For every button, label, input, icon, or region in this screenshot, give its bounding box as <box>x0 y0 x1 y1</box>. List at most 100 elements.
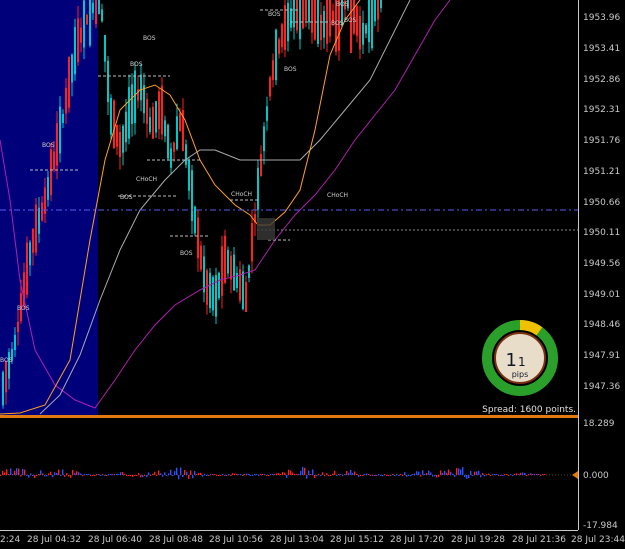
price-tick: 1950.66 <box>583 198 620 208</box>
histogram-bar <box>62 469 64 475</box>
histogram-bar <box>486 474 488 475</box>
candle <box>68 56 70 113</box>
histogram-bar <box>444 471 446 475</box>
histogram-bar <box>140 475 142 478</box>
histogram-bar <box>458 468 460 475</box>
candle <box>305 0 307 28</box>
histogram-bar <box>422 470 424 475</box>
histogram-bar <box>44 475 46 477</box>
histogram-bar <box>416 471 418 475</box>
histogram-bar <box>238 474 240 475</box>
candle <box>326 0 328 53</box>
histogram-bar <box>498 475 500 476</box>
histogram-bar <box>192 475 194 479</box>
histogram-bar <box>74 472 76 475</box>
candle <box>224 229 226 284</box>
price-axis[interactable]: 1953.96 1953.41 1952.86 1952.31 1951.76 … <box>572 13 620 531</box>
histogram-bar <box>374 475 376 476</box>
histogram-bar <box>324 475 326 477</box>
candle <box>371 0 373 51</box>
candle <box>251 209 253 274</box>
histogram-bar <box>220 475 222 476</box>
histogram-bar <box>102 474 104 475</box>
histogram-bar <box>206 475 208 476</box>
candle <box>284 0 286 58</box>
order-block <box>257 218 275 240</box>
candle <box>149 107 151 135</box>
histogram-bar <box>84 474 86 475</box>
indicator-histogram <box>0 466 546 480</box>
structure-label: BOS <box>336 1 349 8</box>
histogram-bar <box>450 471 452 475</box>
histogram-bar <box>182 475 184 478</box>
histogram-bar <box>170 469 172 475</box>
candle <box>89 0 91 48</box>
histogram-bar <box>522 472 524 475</box>
histogram-bar <box>212 474 214 475</box>
histogram-bar <box>2 470 4 475</box>
structure-label: CHoCH <box>231 191 252 198</box>
histogram-bar <box>534 473 536 475</box>
gauge-level-arc <box>519 320 543 336</box>
candle <box>194 205 196 237</box>
candle <box>206 268 208 315</box>
histogram-bar <box>278 473 280 475</box>
histogram-bar <box>516 473 518 475</box>
candle <box>272 53 274 88</box>
price-chart[interactable]: BOSBOSBOSBOSBOSBOSBOSCHoCHCHoCHBOSBOSBOS… <box>0 0 625 545</box>
candle <box>173 141 175 163</box>
histogram-bar <box>384 474 386 475</box>
candle <box>287 0 289 52</box>
indicator-pane[interactable] <box>0 466 578 480</box>
histogram-bar <box>474 471 476 475</box>
histogram-bar <box>172 475 174 476</box>
histogram-bar <box>358 475 360 477</box>
histogram-bar <box>38 474 40 475</box>
candle <box>257 159 259 223</box>
candle <box>170 142 172 175</box>
structure-label: CHoCH <box>327 192 348 199</box>
time-tick: 28 Jul 04:32 <box>27 535 81 545</box>
trading-chart-window[interactable]: BOS BOS BOS BOS BOS BOS BOS CHoCH CHoCH BOS BOS BOS… <box>0 0 625 545</box>
histogram-bar <box>356 474 358 475</box>
histogram-bar <box>382 475 384 477</box>
histogram-bar <box>184 470 186 475</box>
histogram-bar <box>308 470 310 475</box>
pane-separator[interactable] <box>0 415 578 418</box>
time-axis[interactable]: 2:24 28 Jul 04:32 28 Jul 06:40 28 Jul 08… <box>0 535 625 545</box>
candle <box>164 115 166 143</box>
histogram-bar <box>286 475 288 478</box>
histogram-bar <box>372 475 374 476</box>
price-tick: 1951.76 <box>583 136 620 146</box>
histogram-bar <box>282 472 284 475</box>
candle <box>134 61 136 135</box>
price-tick: 1949.01 <box>583 290 620 300</box>
histogram-bar <box>502 475 504 476</box>
histogram-bar <box>120 472 122 475</box>
histogram-bar <box>536 474 538 475</box>
histogram-bar <box>94 475 96 476</box>
histogram-bar <box>346 471 348 475</box>
candle <box>227 246 229 277</box>
candle <box>362 10 364 54</box>
histogram-bar <box>6 469 8 475</box>
structure-label: BOS <box>268 11 281 18</box>
histogram-bar <box>96 474 98 475</box>
histogram-bar <box>418 471 420 475</box>
histogram-bar <box>296 474 298 475</box>
candle <box>239 261 241 304</box>
histogram-bar <box>144 475 146 476</box>
histogram-bar <box>406 475 408 477</box>
structure-label: BOS <box>344 17 357 24</box>
histogram-bar <box>480 475 482 478</box>
candle <box>176 103 178 151</box>
histogram-bar <box>234 473 236 475</box>
histogram-bar <box>342 475 344 477</box>
histogram-bar <box>248 473 250 475</box>
histogram-bar <box>22 469 24 475</box>
histogram-bar <box>370 475 372 476</box>
candle <box>290 0 292 32</box>
candle <box>182 98 184 152</box>
histogram-bar <box>340 474 342 475</box>
histogram-bar <box>350 469 352 475</box>
